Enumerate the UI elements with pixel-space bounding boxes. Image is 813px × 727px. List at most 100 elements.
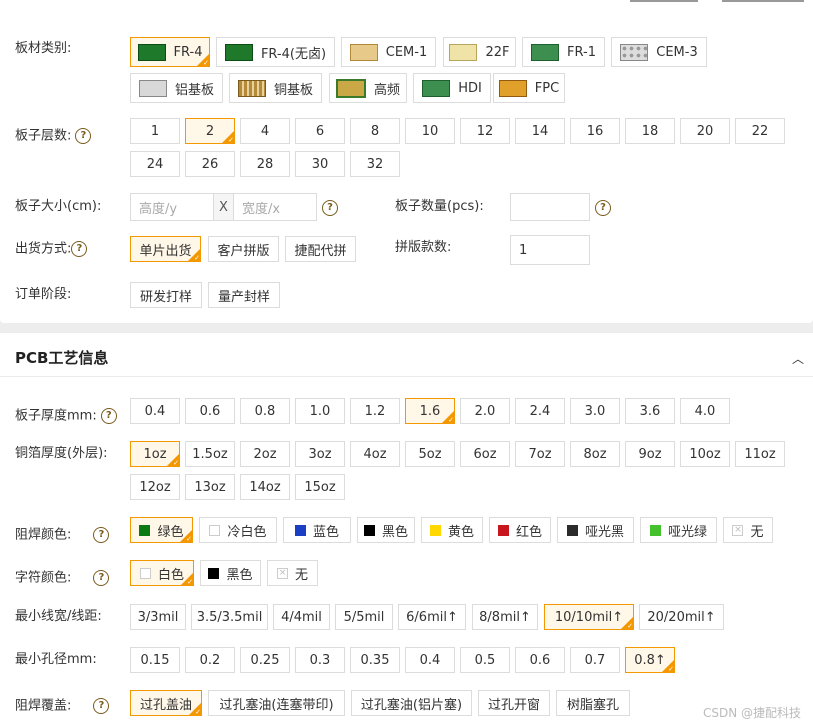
copper-option[interactable]: 6oz <box>460 441 510 467</box>
copper-option[interactable]: 3oz <box>295 441 345 467</box>
mask-color-option[interactable]: 绿色 <box>130 517 193 544</box>
copper-option[interactable]: 10oz <box>680 441 730 467</box>
hole-option[interactable]: 0.3 <box>295 647 345 673</box>
hole-option[interactable]: 0.2 <box>185 647 235 673</box>
layer-option[interactable]: 18 <box>625 118 675 144</box>
mask-color-option[interactable]: 黑色 <box>357 517 415 543</box>
help-icon[interactable]: ? <box>93 570 110 586</box>
trace-option[interactable]: 3/3mil <box>130 604 186 630</box>
height-input[interactable]: 高度/y <box>130 193 214 221</box>
material-option[interactable]: 铜基板 <box>229 73 322 103</box>
copper-option[interactable]: 9oz <box>625 441 675 467</box>
layer-option[interactable]: 12 <box>460 118 510 144</box>
thickness-option[interactable]: 1.6 <box>405 398 455 425</box>
layer-option[interactable]: 10 <box>405 118 455 144</box>
panel-count-input[interactable]: 1 <box>510 235 590 265</box>
copper-option[interactable]: 5oz <box>405 441 455 467</box>
layer-option[interactable]: 22 <box>735 118 785 144</box>
thickness-option[interactable]: 3.6 <box>625 398 675 424</box>
width-input[interactable]: 宽度/x <box>233 193 317 221</box>
hole-option[interactable]: 0.4 <box>405 647 455 673</box>
thickness-option[interactable]: 0.8 <box>240 398 290 424</box>
cover-option[interactable]: 树脂塞孔 <box>556 690 630 716</box>
cover-option[interactable]: 过孔塞油(铝片塞) <box>351 690 472 716</box>
copper-option[interactable]: 7oz <box>515 441 565 467</box>
cover-option[interactable]: 过孔开窗 <box>478 690 550 716</box>
copper-option[interactable]: 14oz <box>240 474 290 500</box>
hole-option[interactable]: 0.6 <box>515 647 565 673</box>
silk-color-option[interactable]: × 无 <box>267 560 318 586</box>
thickness-option[interactable]: 0.6 <box>185 398 235 424</box>
copper-option[interactable]: 13oz <box>185 474 235 500</box>
layer-option[interactable]: 2 <box>185 118 235 145</box>
thickness-option[interactable]: 1.0 <box>295 398 345 424</box>
copper-option[interactable]: 4oz <box>350 441 400 467</box>
layer-option[interactable]: 32 <box>350 151 400 177</box>
material-option[interactable]: 高频 <box>329 73 407 103</box>
trace-option[interactable]: 20/20mil↑ <box>639 604 724 630</box>
copper-option[interactable]: 1oz <box>130 441 180 468</box>
copper-option[interactable]: 11oz <box>735 441 785 467</box>
thickness-option[interactable]: 4.0 <box>680 398 730 424</box>
mask-color-option[interactable]: 哑光绿 <box>640 517 717 543</box>
silk-color-option[interactable]: 黑色 <box>200 560 261 586</box>
material-option[interactable]: FR-1 <box>522 37 605 67</box>
thickness-option[interactable]: 0.4 <box>130 398 180 424</box>
hole-option[interactable]: 0.8↑ <box>625 647 675 674</box>
copper-option[interactable]: 1.5oz <box>185 441 235 467</box>
trace-option[interactable]: 3.5/3.5mil <box>191 604 268 630</box>
copper-option[interactable]: 8oz <box>570 441 620 467</box>
help-icon[interactable]: ? <box>595 200 611 216</box>
ship-option[interactable]: 客户拼版 <box>208 236 279 262</box>
trace-option[interactable]: 5/5mil <box>335 604 393 630</box>
material-option[interactable]: FR-4 <box>130 37 210 68</box>
trace-option[interactable]: 6/6mil↑ <box>398 604 466 630</box>
stage-option[interactable]: 研发打样 <box>130 282 202 308</box>
qty-input[interactable] <box>510 193 590 221</box>
copper-option[interactable]: 15oz <box>295 474 345 500</box>
help-icon[interactable]: ? <box>71 241 88 257</box>
ship-option[interactable]: 捷配代拼 <box>285 236 356 262</box>
layer-option[interactable]: 28 <box>240 151 290 177</box>
layer-option[interactable]: 8 <box>350 118 400 144</box>
mask-color-option[interactable]: 黄色 <box>421 517 483 543</box>
hole-option[interactable]: 0.25 <box>240 647 290 673</box>
mask-color-option[interactable]: 冷白色 <box>199 517 277 543</box>
material-option[interactable]: 铝基板 <box>130 73 223 103</box>
material-option[interactable]: CEM-3 <box>611 37 707 67</box>
cover-option[interactable]: 过孔盖油 <box>130 690 202 717</box>
thickness-option[interactable]: 3.0 <box>570 398 620 424</box>
material-option[interactable]: HDI <box>413 73 491 103</box>
help-icon[interactable]: ? <box>93 698 110 714</box>
layer-option[interactable]: 20 <box>680 118 730 144</box>
copper-option[interactable]: 12oz <box>130 474 180 500</box>
layer-option[interactable]: 6 <box>295 118 345 144</box>
mask-color-option[interactable]: × 无 <box>723 517 773 543</box>
stage-option[interactable]: 量产封样 <box>208 282 280 308</box>
thickness-option[interactable]: 2.0 <box>460 398 510 424</box>
layer-option[interactable]: 24 <box>130 151 180 177</box>
trace-option[interactable]: 10/10mil↑ <box>544 604 634 631</box>
material-option[interactable]: FPC <box>493 73 565 103</box>
layer-option[interactable]: 26 <box>185 151 235 177</box>
help-icon[interactable]: ? <box>100 408 117 424</box>
trace-option[interactable]: 8/8mil↑ <box>472 604 538 630</box>
mask-color-option[interactable]: 哑光黑 <box>557 517 634 543</box>
silk-color-option[interactable]: 白色 <box>130 560 194 587</box>
hole-option[interactable]: 0.35 <box>350 647 400 673</box>
hole-option[interactable]: 0.15 <box>130 647 180 673</box>
layer-option[interactable]: 1 <box>130 118 180 144</box>
mask-color-option[interactable]: 红色 <box>489 517 551 543</box>
mask-color-option[interactable]: 蓝色 <box>283 517 351 543</box>
trace-option[interactable]: 4/4mil <box>273 604 330 630</box>
hole-option[interactable]: 0.5 <box>460 647 510 673</box>
copper-option[interactable]: 2oz <box>240 441 290 467</box>
material-option[interactable]: FR-4(无卤) <box>216 37 335 67</box>
layer-option[interactable]: 14 <box>515 118 565 144</box>
help-icon[interactable]: ? <box>75 128 92 144</box>
help-icon[interactable]: ? <box>322 200 338 216</box>
layer-option[interactable]: 30 <box>295 151 345 177</box>
material-option[interactable]: 22F <box>443 37 516 67</box>
help-icon[interactable]: ? <box>93 527 110 543</box>
thickness-option[interactable]: 1.2 <box>350 398 400 424</box>
